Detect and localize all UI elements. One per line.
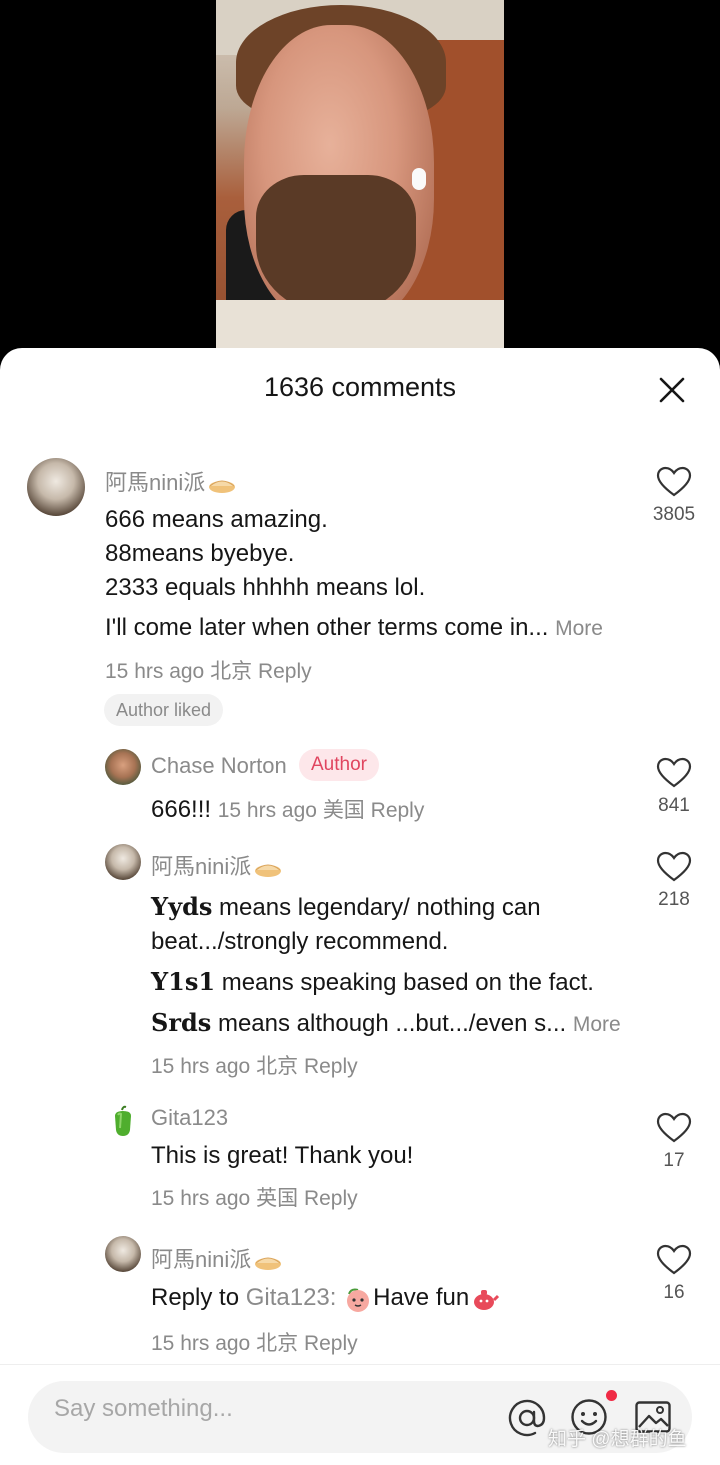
comment-location: 英国	[256, 1187, 299, 1210]
reply-colon: :	[329, 1284, 337, 1311]
comment-location: 北京	[256, 1055, 299, 1078]
comment-text-line: Reply to Gita123: Have fun	[151, 1284, 500, 1313]
like-count: 841	[658, 795, 690, 816]
pepper-avatar-icon	[115, 1105, 131, 1136]
teapot-emoji-icon	[474, 1289, 500, 1310]
comment-meta: 15 hrs ago 北京 Reply	[151, 1050, 358, 1080]
comment-time: 15 hrs ago	[217, 799, 317, 822]
comment-meta: 15 hrs ago 美国 Reply	[218, 799, 425, 822]
reply-to-username[interactable]: Gita123	[246, 1284, 330, 1311]
emoji-notification-dot	[606, 1390, 617, 1401]
comment-text-line: Yyds means legendary/ nothing can	[151, 892, 541, 921]
watermark: 知乎 @想群的鱼	[548, 1429, 687, 1450]
avatar[interactable]	[27, 458, 85, 516]
comment-text-line: 666 means amazing.	[105, 506, 328, 533]
comments-count: 1636 comments	[263, 372, 457, 402]
avatar[interactable]	[105, 844, 141, 880]
comment-text-line: 88means byebye.	[105, 540, 295, 567]
comment-location: 北京	[256, 1332, 299, 1355]
like-button[interactable]: 841	[646, 757, 702, 817]
like-count: 17	[663, 1150, 685, 1171]
comment-input-placeholder: Say something...	[54, 1395, 233, 1422]
comment-time: 15 hrs ago	[151, 1187, 251, 1210]
reply-button[interactable]: Reply	[304, 1187, 358, 1210]
comment-meta: 15 hrs ago 北京 Reply	[105, 655, 312, 685]
comment-username[interactable]: Gita123	[151, 1105, 228, 1131]
mention-button[interactable]	[507, 1398, 547, 1443]
reply-button[interactable]: Reply	[304, 1332, 358, 1355]
video-player[interactable]	[0, 0, 720, 360]
like-button[interactable]: 16	[646, 1244, 702, 1304]
like-count: 3805	[652, 504, 696, 525]
comment-location: 北京	[210, 660, 253, 683]
like-button[interactable]: 17	[646, 1112, 702, 1172]
author-liked-badge: Author liked	[104, 694, 224, 726]
heart-icon	[656, 1244, 692, 1275]
more-link[interactable]: More	[573, 1013, 621, 1036]
close-button[interactable]	[656, 374, 688, 406]
comment-text-line: I'll come later when other terms come in…	[105, 614, 603, 641]
comment-username[interactable]: 阿馬nini派	[105, 465, 237, 497]
at-icon	[508, 1399, 546, 1437]
pie-emoji-icon	[209, 480, 236, 494]
heart-icon	[656, 466, 692, 497]
comment-meta: 15 hrs ago 英国 Reply	[151, 1182, 358, 1212]
comment-text-line: beat.../strongly recommend.	[151, 928, 449, 955]
avatar[interactable]	[105, 1104, 141, 1140]
more-link[interactable]: More	[555, 617, 603, 640]
comment-text-line: Y1s1 means speaking based on the fact.	[151, 967, 594, 996]
video-frame	[216, 0, 504, 360]
pie-emoji-icon	[255, 1257, 282, 1271]
comment-text-line: This is great! Thank you!	[151, 1142, 414, 1169]
comments-sheet: 1636 comments 阿馬nini派 666 means amazing.…	[0, 348, 720, 1465]
heart-icon	[656, 757, 692, 788]
comment-location: 美国	[322, 799, 365, 822]
heart-icon	[656, 1112, 692, 1143]
reply-button[interactable]: Reply	[304, 1055, 358, 1078]
comment-username[interactable]: Chase Norton	[151, 753, 287, 779]
comment-time: 15 hrs ago	[151, 1055, 251, 1078]
heart-icon	[656, 851, 692, 882]
comment-text-line: 2333 equals hhhhh means lol.	[105, 574, 426, 601]
comment-text-line: Srds means although ...but.../even s... …	[151, 1008, 621, 1037]
like-count: 16	[663, 1282, 685, 1303]
reply-prefix: Reply to	[151, 1284, 240, 1311]
reply-button[interactable]: Reply	[258, 660, 312, 683]
peach-emoji-icon	[347, 1288, 370, 1312]
close-icon	[659, 377, 685, 403]
comment-meta: 15 hrs ago 北京 Reply	[151, 1327, 358, 1357]
reply-button[interactable]: Reply	[371, 799, 425, 822]
like-button[interactable]: 218	[646, 851, 702, 911]
comment-time: 15 hrs ago	[151, 1332, 251, 1355]
like-button[interactable]: 3805	[646, 466, 702, 526]
comment-username[interactable]: 阿馬nini派	[151, 1242, 283, 1274]
comment-username[interactable]: 阿馬nini派	[151, 849, 283, 881]
pie-emoji-icon	[255, 864, 282, 878]
comment-time: 15 hrs ago	[105, 660, 205, 683]
comment-text-line: 666!!! 15 hrs ago 美国 Reply	[151, 796, 425, 823]
comments-header: 1636 comments	[0, 348, 720, 430]
avatar[interactable]	[105, 1236, 141, 1272]
author-badge: Author	[299, 749, 379, 781]
avatar[interactable]	[105, 749, 141, 785]
like-count: 218	[658, 889, 690, 910]
